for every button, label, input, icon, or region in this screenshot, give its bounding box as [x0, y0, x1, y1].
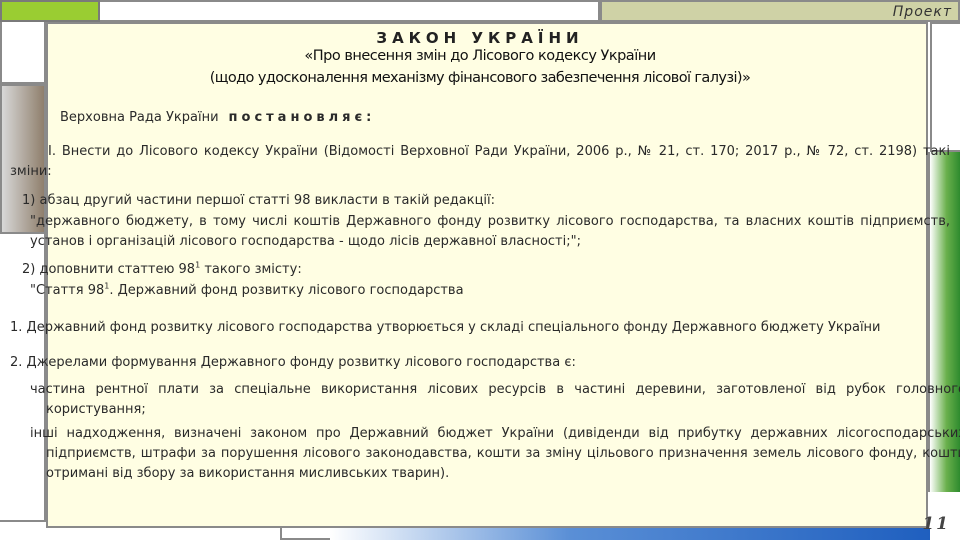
paragraph-i: І. Внести до Лісового кодексу України (В…	[10, 144, 950, 179]
law-subtitle-line-1: «Про внесення змін до Лісового кодексу У…	[304, 48, 656, 64]
preamble-rada: Верховна Рада України	[60, 110, 219, 125]
article-part-1: 1. Державний фонд розвитку лісового госп…	[10, 320, 881, 335]
page-number: 11	[922, 514, 950, 534]
item-2-quote-tail: . Державний фонд розвитку лісового госпо…	[109, 283, 464, 298]
project-label: Проект	[892, 4, 952, 20]
item-2-heading-text: 2) доповнити статтею 98	[22, 262, 196, 277]
item-2-heading: 2) доповнити статтею 981 такого змісту:	[22, 260, 302, 280]
source-item-1: частина рентної плати за спеціальне вико…	[30, 382, 960, 417]
item-2-heading-tail: такого змісту:	[200, 262, 302, 277]
law-title: ЗАКОН УКРАЇНИ	[376, 29, 584, 47]
preamble: Верховна Рада України постановляє:	[60, 108, 375, 128]
frame-block-bottom-blue	[330, 528, 930, 540]
article-part-2: 2. Джерелами формування Державного фонду…	[10, 355, 576, 370]
frame-block-top	[100, 0, 600, 22]
source-item-2: інші надходження, визначені законом про …	[30, 426, 960, 481]
item-1-heading: 1) абзац другий частини першої статті 98…	[22, 193, 496, 208]
item-2-quote-text: "Стаття 98	[30, 283, 105, 298]
law-subtitle-line-2: (щодо удосконалення механізму фінансовог…	[209, 70, 751, 86]
item-2-quote: "Стаття 981. Державний фонд розвитку ліс…	[30, 281, 464, 301]
frame-block-lime	[0, 0, 100, 22]
item-1-quote: "державного бюджету, в тому числі коштів…	[30, 214, 950, 249]
preamble-decree: постановляє:	[228, 110, 376, 125]
